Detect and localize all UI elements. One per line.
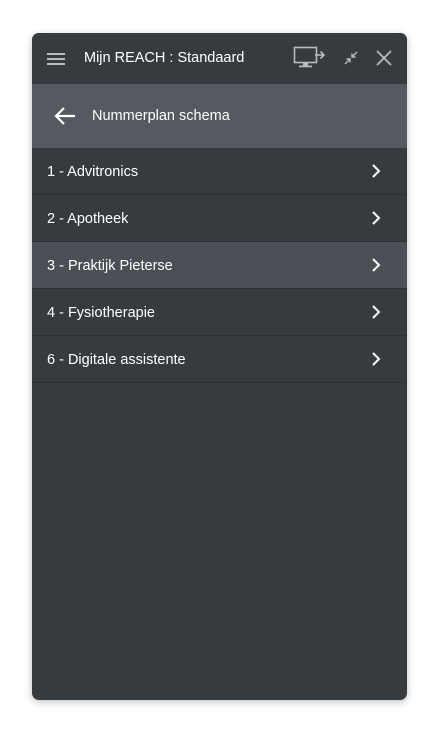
list-item-label: 3 - Praktijk Pieterse <box>47 258 173 274</box>
close-icon[interactable] <box>374 48 394 68</box>
list-item-label: 1 - Advitronics <box>47 164 139 180</box>
window-title: Mijn REACH : Standaard <box>84 50 245 66</box>
list-item-label: 4 - Fysiotherapie <box>47 305 155 321</box>
app-window: Mijn REACH : Standaard Nummerplan schema… <box>32 33 407 700</box>
list-item-label: 6 - Digitale assistente <box>47 352 186 368</box>
list-item-praktijk-pieterse[interactable]: 3 - Praktijk Pieterse <box>32 242 407 289</box>
hamburger-menu-icon[interactable] <box>46 49 66 69</box>
list-item-apotheek[interactable]: 2 - Apotheek <box>32 195 407 242</box>
arrow-left-icon[interactable] <box>53 105 77 127</box>
page-title: Nummerplan schema <box>92 108 230 124</box>
list-item-label: 2 - Apotheek <box>47 211 129 227</box>
list-item-fysiotherapie[interactable]: 4 - Fysiotherapie <box>32 289 407 336</box>
chevron-right-icon <box>372 211 381 225</box>
minimize-icon[interactable] <box>341 48 361 68</box>
list-item-advitronics[interactable]: 1 - Advitronics <box>32 148 407 195</box>
chevron-right-icon <box>372 352 381 366</box>
schema-list: 1 - Advitronics 2 - Apotheek 3 - Praktij… <box>32 148 407 383</box>
chevron-right-icon <box>372 164 381 178</box>
chevron-right-icon <box>372 258 381 272</box>
sub-header: Nummerplan schema <box>32 84 407 148</box>
chevron-right-icon <box>372 305 381 319</box>
list-item-digitale-assistente[interactable]: 6 - Digitale assistente <box>32 336 407 383</box>
screen-share-icon[interactable] <box>293 45 327 71</box>
title-bar: Mijn REACH : Standaard <box>32 33 407 84</box>
